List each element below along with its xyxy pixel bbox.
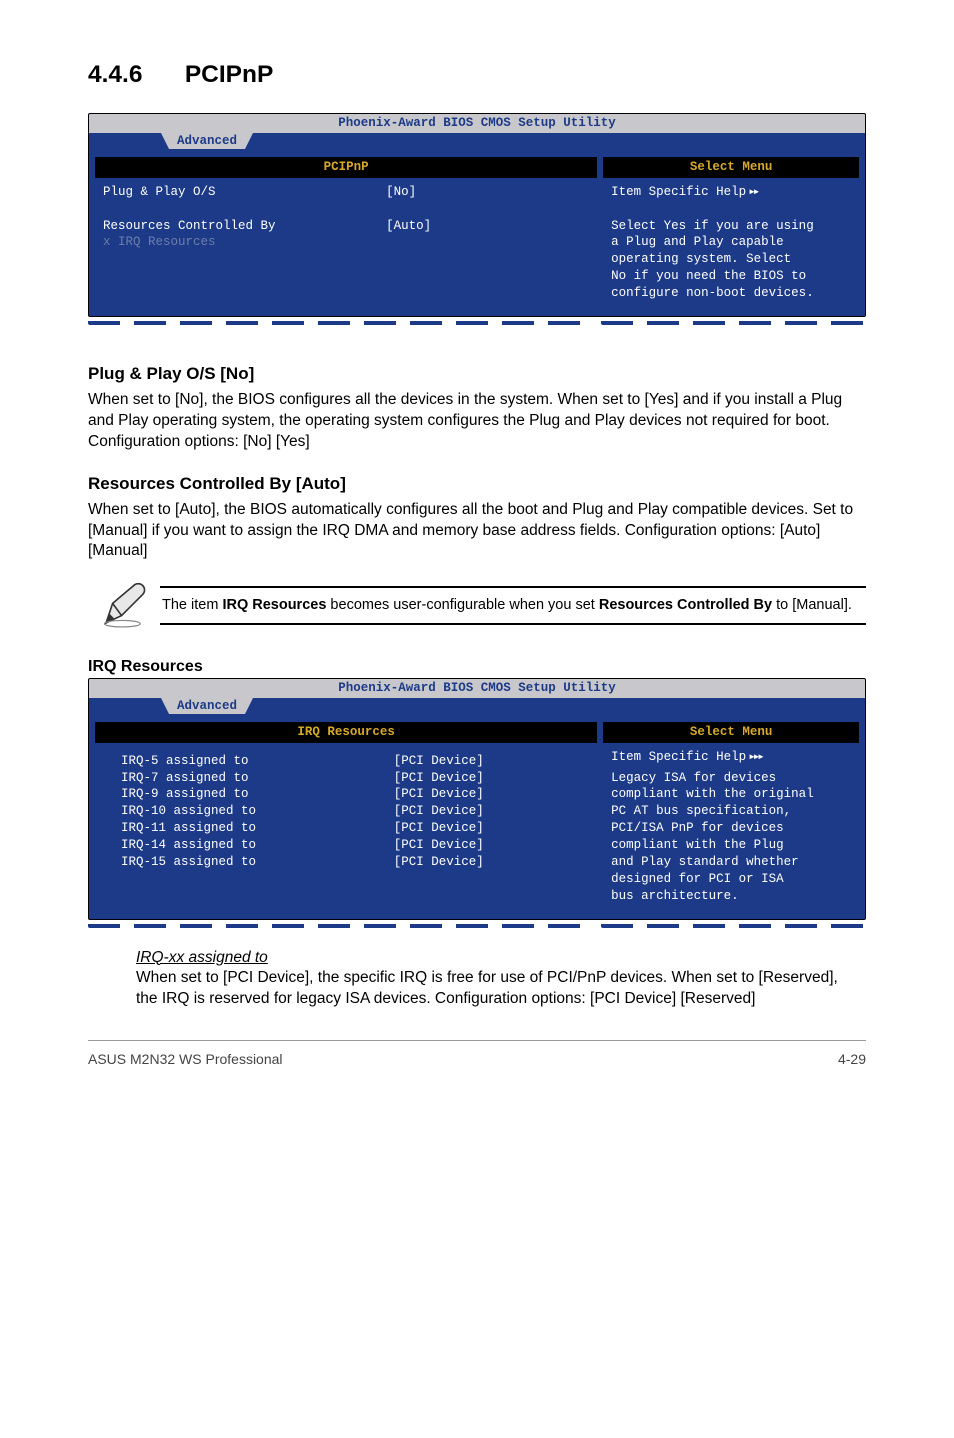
bios-menu-bar: Advanced <box>89 133 865 151</box>
help-line: operating system. Select <box>611 251 853 268</box>
help-line: Legacy ISA for devices <box>611 770 853 787</box>
bios-strip-title: Phoenix-Award BIOS CMOS Setup Utility <box>89 679 865 698</box>
footer-left: ASUS M2N32 WS Professional <box>88 1050 283 1069</box>
bios-item[interactable]: IRQ-15 assigned to [PCI Device] <box>103 854 591 871</box>
bios-left-header: PCIPnP <box>95 157 597 178</box>
note-box: The item IRQ Resources becomes user-conf… <box>88 576 866 634</box>
bios-tab-advanced[interactable]: Advanced <box>169 698 245 714</box>
page-footer: ASUS M2N32 WS Professional 4-29 <box>88 1050 866 1069</box>
bios-item-value: [PCI Device] <box>394 820 591 837</box>
bios-item-value: [PCI Device] <box>394 753 591 770</box>
subheading-irq-resources: IRQ Resources <box>88 656 866 678</box>
bios-item[interactable]: IRQ-9 assigned to [PCI Device] <box>103 786 591 803</box>
help-title: Item Specific Help▸▸ <box>611 184 853 201</box>
bios-help-panel: Item Specific Help▸▸ Select Yes if you a… <box>601 178 865 316</box>
help-line: and Play standard whether <box>611 854 853 871</box>
bios-item-blank <box>103 201 591 218</box>
help-line: PCI/ISA PnP for devices <box>611 820 853 837</box>
bios-tab-advanced[interactable]: Advanced <box>169 133 245 149</box>
bios-help-panel: Item Specific Help▸▸▸ Legacy ISA for dev… <box>601 743 865 919</box>
bios-item[interactable]: Plug & Play O/S [No] <box>103 184 591 201</box>
section-number: 4.4.6 <box>88 58 178 91</box>
help-title: Item Specific Help▸▸▸ <box>611 749 853 766</box>
bios-right-header: Select Menu <box>603 722 859 743</box>
bios-right-header: Select Menu <box>603 157 859 178</box>
bios-menu-bar: Advanced <box>89 698 865 716</box>
bios-item[interactable]: IRQ-11 assigned to [PCI Device] <box>103 820 591 837</box>
bios-item[interactable]: Resources Controlled By [Auto] <box>103 218 591 235</box>
irq-sub-body: When set to [PCI Device], the specific I… <box>136 969 838 1007</box>
bios-item-label: IRQ-15 assigned to <box>121 854 394 871</box>
bios-item-label: IRQ-11 assigned to <box>121 820 394 837</box>
bios-item-label: Resources Controlled By <box>103 218 386 235</box>
footer-right: 4-29 <box>838 1050 866 1069</box>
bios-panel-irq: Phoenix-Award BIOS CMOS Setup Utility Ad… <box>88 678 866 920</box>
bios-item-value: [PCI Device] <box>394 770 591 787</box>
help-line: a Plug and Play capable <box>611 234 853 251</box>
arrow-right-icon: ▸▸▸ <box>746 750 762 764</box>
help-line: compliant with the Plug <box>611 837 853 854</box>
irq-sub-block: IRQ-xx assigned to When set to [PCI Devi… <box>136 948 866 1011</box>
bios-item-value: [PCI Device] <box>394 786 591 803</box>
help-line: compliant with the original <box>611 786 853 803</box>
bios-strip-title: Phoenix-Award BIOS CMOS Setup Utility <box>89 114 865 133</box>
bios-item-value: [PCI Device] <box>394 854 591 871</box>
section-heading: 4.4.6 PCIPnP <box>88 58 866 91</box>
body-plug-play: When set to [No], the BIOS configures al… <box>88 390 866 453</box>
bios-item[interactable]: IRQ-14 assigned to [PCI Device] <box>103 837 591 854</box>
help-line: bus architecture. <box>611 888 853 905</box>
bios-panel-pcipnp: Phoenix-Award BIOS CMOS Setup Utility Ad… <box>88 113 866 317</box>
bios-item-label: Plug & Play O/S <box>103 184 386 201</box>
bios-item[interactable]: IRQ-5 assigned to [PCI Device] <box>103 753 591 770</box>
bios-item[interactable]: IRQ-7 assigned to [PCI Device] <box>103 770 591 787</box>
pencil-icon <box>88 576 160 634</box>
body-rcb: When set to [Auto], the BIOS automatical… <box>88 500 866 563</box>
help-line: PC AT bus specification, <box>611 803 853 820</box>
subheading-plug-play: Plug & Play O/S [No] <box>88 363 866 386</box>
bios-item[interactable]: IRQ-10 assigned to [PCI Device] <box>103 803 591 820</box>
bios-item-disabled: x IRQ Resources <box>103 234 591 251</box>
bios-item-label: IRQ-5 assigned to <box>121 753 394 770</box>
bios-item-label: IRQ-14 assigned to <box>121 837 394 854</box>
bios-item-label: IRQ-9 assigned to <box>121 786 394 803</box>
bios-item-value: [PCI Device] <box>394 837 591 854</box>
bios-item-label: IRQ-7 assigned to <box>121 770 394 787</box>
help-line: designed for PCI or ISA <box>611 871 853 888</box>
bios-left-panel: IRQ-5 assigned to [PCI Device] IRQ-7 ass… <box>89 743 601 885</box>
bios-left-header: IRQ Resources <box>95 722 597 743</box>
help-line: No if you need the BIOS to <box>611 268 853 285</box>
help-line: Select Yes if you are using <box>611 218 853 235</box>
bios-item-value: [No] <box>386 184 591 201</box>
irq-sub-title: IRQ-xx assigned to <box>136 949 268 966</box>
arrow-right-icon: ▸▸ <box>746 185 757 199</box>
note-text: The item IRQ Resources becomes user-conf… <box>160 588 866 624</box>
bios-item-value: [PCI Device] <box>394 803 591 820</box>
bios-item-label: x IRQ Resources <box>103 234 386 251</box>
section-title: PCIPnP <box>185 61 274 88</box>
subheading-rcb: Resources Controlled By [Auto] <box>88 473 866 496</box>
bios-left-panel: Plug & Play O/S [No] Resources Controlle… <box>89 178 601 288</box>
bios-item-value: [Auto] <box>386 218 591 235</box>
help-line: configure non-boot devices. <box>611 285 853 302</box>
bios-item-label: IRQ-10 assigned to <box>121 803 394 820</box>
